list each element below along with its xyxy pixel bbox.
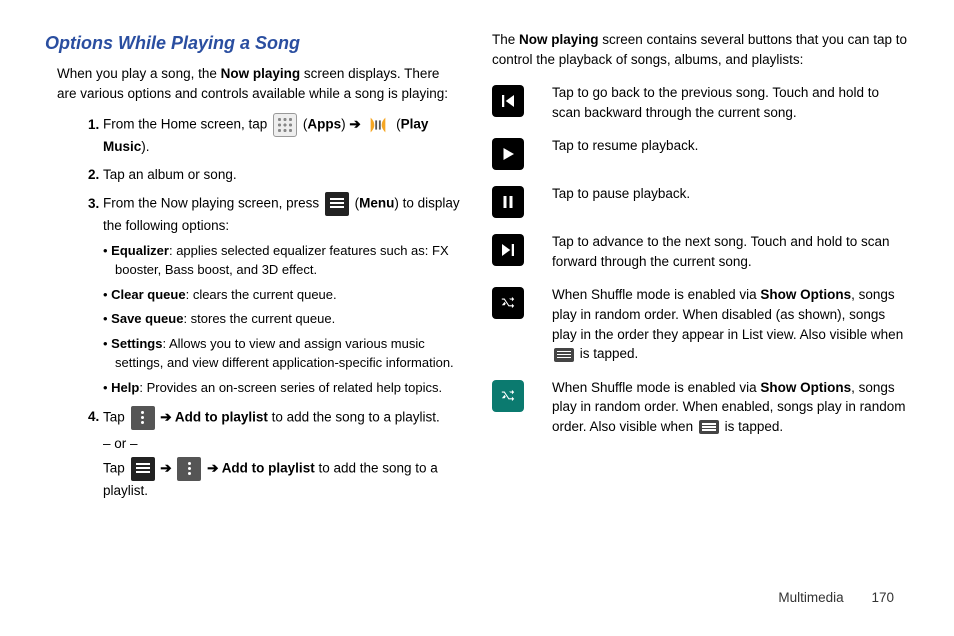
shuffle-off-post: is tapped.	[576, 346, 638, 361]
step-3: From the Now playing screen, press (Menu…	[103, 192, 462, 397]
shuffle-off-desc: When Shuffle mode is enabled via Show Op…	[552, 285, 909, 363]
settings-label: Settings	[111, 336, 162, 351]
play-desc: Tap to resume playback.	[552, 136, 909, 170]
arrow-icon: ➔	[207, 461, 222, 476]
menu-icon	[554, 348, 574, 362]
bullet-settings: Settings: Allows you to view and assign …	[103, 335, 462, 373]
playback-icon-table: Tap to go back to the previous song. Tou…	[492, 83, 909, 436]
arrow-icon: ➔	[349, 117, 360, 132]
step3-pre: From the Now playing screen, press	[103, 196, 323, 211]
intro-pre: When you play a song, the	[57, 66, 221, 81]
shuffle-on-pre: When Shuffle mode is enabled via	[552, 380, 760, 395]
shuffle-off-pre: When Shuffle mode is enabled via	[552, 287, 760, 302]
shuffle-on-post: is tapped.	[721, 419, 783, 434]
step-4: Tap ➔ Add to playlist to add the song to…	[103, 406, 462, 501]
step1-pre: From the Home screen, tap	[103, 117, 271, 132]
left-column: Options While Playing a Song When you pl…	[45, 30, 462, 580]
bullet-clear-queue: Clear queue: clears the current queue.	[103, 286, 462, 305]
add-to-playlist-label: Add to playlist	[175, 409, 268, 424]
menu-icon	[699, 420, 719, 434]
save-label: Save queue	[111, 311, 183, 326]
next-desc: Tap to advance to the next song. Touch a…	[552, 232, 909, 271]
right-column: The Now playing screen contains several …	[492, 30, 909, 580]
arrow-icon: ➔	[160, 461, 175, 476]
menu-label: Menu	[359, 196, 394, 211]
step-2: Tap an album or song.	[103, 165, 462, 185]
apps-icon	[273, 113, 297, 137]
pause-icon	[492, 186, 524, 218]
footer-page-number: 170	[871, 590, 894, 605]
play-icon	[492, 138, 524, 170]
intro-bold: Now playing	[221, 66, 301, 81]
menu-icon	[325, 192, 349, 216]
next-icon	[492, 234, 524, 266]
arrow-icon: ➔	[160, 409, 175, 424]
previous-desc: Tap to go back to the previous song. Tou…	[552, 83, 909, 122]
numbered-steps: From the Home screen, tap (Apps) ➔ (Play…	[45, 113, 462, 501]
clear-label: Clear queue	[111, 287, 185, 302]
help-label: Help	[111, 380, 139, 395]
help-text: : Provides an on-screen series of relate…	[139, 380, 442, 395]
overflow-icon	[131, 406, 155, 430]
section-heading: Options While Playing a Song	[45, 30, 462, 56]
col2-bold: Now playing	[519, 32, 599, 47]
apps-label: Apps	[307, 117, 341, 132]
eq-label: Equalizer	[111, 243, 169, 258]
shuffle-on-icon	[492, 380, 524, 412]
save-text: : stores the current queue.	[183, 311, 335, 326]
show-options-label: Show Options	[760, 287, 851, 302]
step4-tap: Tap	[103, 409, 129, 424]
step4b-tap: Tap	[103, 461, 129, 476]
menu-icon	[131, 457, 155, 481]
add-to-playlist-label: Add to playlist	[222, 461, 315, 476]
col2-intro: The Now playing screen contains several …	[492, 30, 909, 69]
overflow-icon	[177, 457, 201, 481]
step4-end: to add the song to a playlist.	[268, 409, 440, 424]
pause-desc: Tap to pause playback.	[552, 184, 909, 218]
footer-section: Multimedia	[778, 590, 843, 605]
or-divider: – or –	[103, 434, 462, 454]
shuffle-off-icon	[492, 287, 524, 319]
shuffle-on-desc: When Shuffle mode is enabled via Show Op…	[552, 378, 909, 437]
play-music-icon	[366, 114, 390, 136]
option-bullets: Equalizer: applies selected equalizer fe…	[103, 242, 462, 398]
bullet-save-queue: Save queue: stores the current queue.	[103, 310, 462, 329]
show-options-label: Show Options	[760, 380, 851, 395]
settings-text: : Allows you to view and assign various …	[115, 336, 454, 370]
page-footer: Multimedia 170	[0, 590, 954, 605]
bullet-help: Help: Provides an on-screen series of re…	[103, 379, 462, 398]
step-1: From the Home screen, tap (Apps) ➔ (Play…	[103, 113, 462, 157]
bullet-equalizer: Equalizer: applies selected equalizer fe…	[103, 242, 462, 280]
intro-paragraph: When you play a song, the Now playing sc…	[45, 64, 462, 103]
clear-text: : clears the current queue.	[186, 287, 337, 302]
previous-icon	[492, 85, 524, 117]
col2-pre: The	[492, 32, 519, 47]
